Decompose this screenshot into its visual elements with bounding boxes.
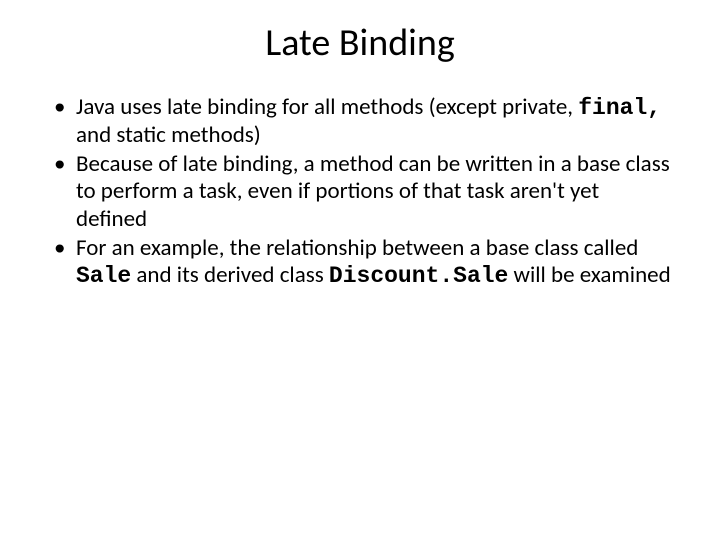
bullet-text: and static methods) xyxy=(76,121,261,149)
bullet-item: For an example, the relationship between… xyxy=(48,235,672,290)
slide: Late Binding Java uses late binding for … xyxy=(0,20,720,540)
code-span: Discount.Sale xyxy=(329,263,508,289)
bullet-text: Java uses late binding for all methods (… xyxy=(76,93,578,121)
bullet-text: and its derived class xyxy=(131,261,329,289)
bullet-text: For an example, the relationship between… xyxy=(76,234,638,262)
slide-title: Late Binding xyxy=(0,20,720,66)
code-span: final, xyxy=(578,95,661,121)
bullet-text: will be examined xyxy=(508,261,670,289)
bullet-text: Because of late binding, a method can be… xyxy=(76,150,670,232)
slide-body: Java uses late binding for all methods (… xyxy=(0,94,720,290)
bullet-list: Java uses late binding for all methods (… xyxy=(48,94,672,290)
bullet-item: Because of late binding, a method can be… xyxy=(48,151,672,232)
bullet-item: Java uses late binding for all methods (… xyxy=(48,94,672,149)
code-span: Sale xyxy=(76,263,131,289)
